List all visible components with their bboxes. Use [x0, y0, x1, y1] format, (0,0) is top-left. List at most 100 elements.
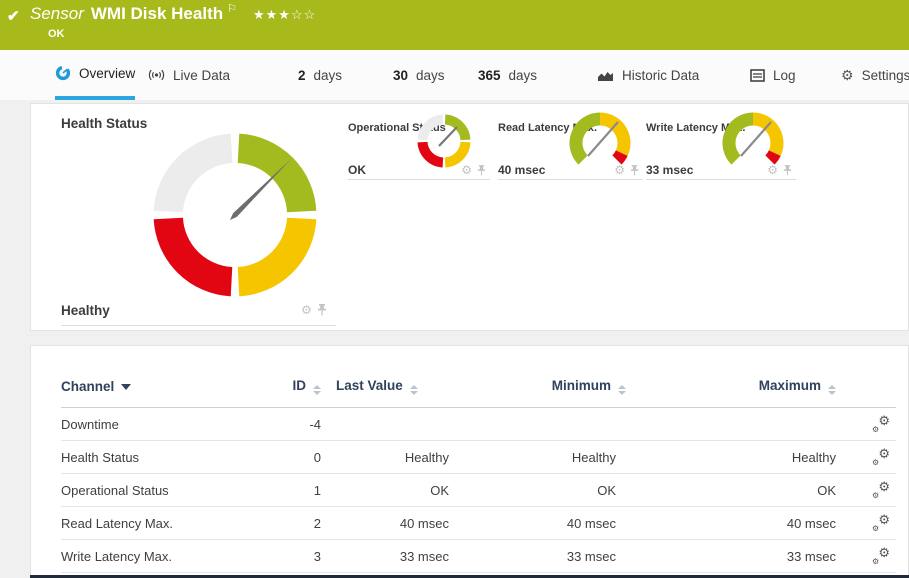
page-title: WMI Disk Health — [90, 4, 224, 23]
tab-live-data[interactable]: Live Data — [148, 50, 230, 100]
pin-icon[interactable] — [630, 164, 639, 176]
cell-channel: Health Status — [61, 440, 271, 474]
cell-minimum — [461, 407, 626, 441]
log-list-icon — [750, 68, 765, 82]
pin-icon[interactable] — [477, 164, 486, 176]
gear-icon[interactable]: ⚙ — [461, 164, 472, 176]
gauge-segment-warning — [237, 217, 317, 297]
tab-30-days[interactable]: 30 days — [393, 50, 445, 100]
tab-unit: days — [508, 67, 538, 83]
gauge-segment-none — [153, 133, 233, 213]
table-header-row: Channel ID Last Value Minimum Maximum — [61, 372, 896, 408]
tab-bar: Overview Live Data 2 days 30 days 365 da… — [0, 50, 909, 100]
cell-maximum: Healthy — [626, 440, 836, 474]
cell-maximum: 40 msec — [626, 506, 836, 540]
cell-channel: Operational Status — [61, 473, 271, 507]
tab-number: 30 — [393, 67, 409, 83]
sensor-status-badge: OK — [48, 28, 65, 40]
gear-icon[interactable]: ⚙ — [301, 304, 312, 316]
cell-last-value: 40 msec — [321, 506, 461, 540]
tab-number: 2 — [298, 67, 306, 83]
mini-gauge-operational-status: Operational Status OK ⚙ — [348, 114, 490, 180]
gauge-icon — [55, 65, 71, 81]
mini-gauge-write-latency: Write Latency Max. 33 msec ⚙ — [646, 112, 796, 180]
gear-icon[interactable]: ⚙ — [614, 164, 625, 176]
channels-table: Channel ID Last Value Minimum Maximum Do… — [61, 372, 896, 573]
sort-icon — [313, 385, 321, 395]
operational-status-gauge — [417, 114, 471, 168]
gear-icon: ⚙ — [841, 66, 854, 83]
column-header-id[interactable]: ID — [271, 372, 321, 408]
cell-last-value — [321, 407, 461, 441]
tab-log[interactable]: Log — [750, 50, 796, 100]
sort-desc-icon — [121, 384, 132, 390]
table-row-write-latency[interactable]: Write Latency Max. 3 33 msec 33 msec 33 … — [61, 539, 896, 573]
mini-gauge-value: 40 msec — [498, 163, 546, 177]
sort-icon — [618, 385, 626, 395]
gear-icon[interactable]: ⚙ — [767, 164, 778, 176]
health-status-gauge-value: Healthy — [61, 303, 110, 318]
stars-empty[interactable]: ☆☆ — [291, 7, 316, 22]
pin-icon[interactable] — [317, 304, 327, 316]
column-header-minimum[interactable]: Minimum — [461, 372, 626, 408]
cell-last-value: OK — [321, 473, 461, 507]
column-header-last-value[interactable]: Last Value — [321, 372, 461, 408]
channel-settings-gears-icon[interactable]: ⚙ ⚙ — [872, 413, 890, 434]
gauge-underline — [61, 325, 336, 326]
tab-overview[interactable]: Overview — [55, 50, 136, 100]
live-signal-icon — [148, 69, 165, 81]
table-row-operational-status[interactable]: Operational Status 1 OK OK OK ⚙ ⚙ — [61, 473, 896, 507]
tab-label: Settings — [861, 67, 909, 83]
pin-icon[interactable] — [783, 164, 792, 176]
health-status-gauge — [153, 133, 317, 297]
gauge-toolbar: ⚙ — [614, 164, 639, 176]
gauge-segment-error — [153, 217, 233, 297]
tab-label: Overview — [79, 65, 136, 81]
channel-settings-gears-icon[interactable]: ⚙ ⚙ — [872, 545, 890, 566]
cell-minimum: OK — [461, 473, 626, 507]
cell-id: 1 — [271, 473, 321, 507]
cell-minimum: 33 msec — [461, 539, 626, 573]
table-row-read-latency[interactable]: Read Latency Max. 2 40 msec 40 msec 40 m… — [61, 506, 896, 540]
tab-unit: days — [416, 67, 445, 83]
priority-stars[interactable]: ★★★☆☆ — [253, 7, 316, 22]
sensor-header: ✔ Sensor WMI Disk Health ⚐ ★★★☆☆ OK — [0, 0, 909, 50]
mini-gauge-value: OK — [348, 163, 366, 177]
cell-channel: Downtime — [61, 407, 271, 441]
tab-number: 365 — [478, 67, 501, 83]
column-header-maximum[interactable]: Maximum — [626, 372, 836, 408]
status-ok-check-icon: ✔ — [7, 8, 20, 25]
gauge-toolbar: ⚙ — [767, 164, 792, 176]
cell-minimum: Healthy — [461, 440, 626, 474]
tab-unit: days — [313, 67, 343, 83]
mini-gauge-value: 33 msec — [646, 163, 694, 177]
cell-maximum: OK — [626, 473, 836, 507]
channel-settings-gears-icon[interactable]: ⚙ ⚙ — [872, 446, 890, 467]
cell-last-value: Healthy — [321, 440, 461, 474]
gauge-toolbar: ⚙ — [301, 304, 327, 316]
sort-icon — [828, 385, 836, 395]
sort-icon — [409, 385, 418, 395]
cell-id: 3 — [271, 539, 321, 573]
tab-settings[interactable]: ⚙ Settings — [841, 50, 909, 100]
cell-minimum: 40 msec — [461, 506, 626, 540]
tab-label: Log — [773, 67, 796, 83]
channel-settings-gears-icon[interactable]: ⚙ ⚙ — [872, 479, 890, 500]
tab-label: Historic Data — [622, 67, 700, 83]
tab-historic-data[interactable]: Historic Data — [597, 50, 699, 100]
gauge-toolbar: ⚙ — [461, 164, 486, 176]
cell-id: 0 — [271, 440, 321, 474]
column-header-channel[interactable]: Channel — [61, 372, 271, 408]
health-status-gauge-title: Health Status — [61, 116, 148, 131]
flag-icon: ⚐ — [227, 3, 237, 15]
gauges-panel: Health Status Healthy ⚙ Operational Stat… — [30, 103, 909, 331]
area-chart-icon — [598, 71, 613, 81]
table-row-health-status[interactable]: Health Status 0 Healthy Healthy Healthy … — [61, 440, 896, 474]
channel-settings-gears-icon[interactable]: ⚙ ⚙ — [872, 512, 890, 533]
tab-365-days[interactable]: 365 days — [478, 50, 537, 100]
table-row-downtime[interactable]: Downtime -4 ⚙ ⚙ — [61, 407, 896, 441]
tab-label: Live Data — [173, 67, 231, 83]
tab-2-days[interactable]: 2 days — [298, 50, 342, 100]
stars-filled[interactable]: ★★★ — [253, 7, 291, 22]
channels-panel: Channel ID Last Value Minimum Maximum Do… — [30, 345, 909, 576]
